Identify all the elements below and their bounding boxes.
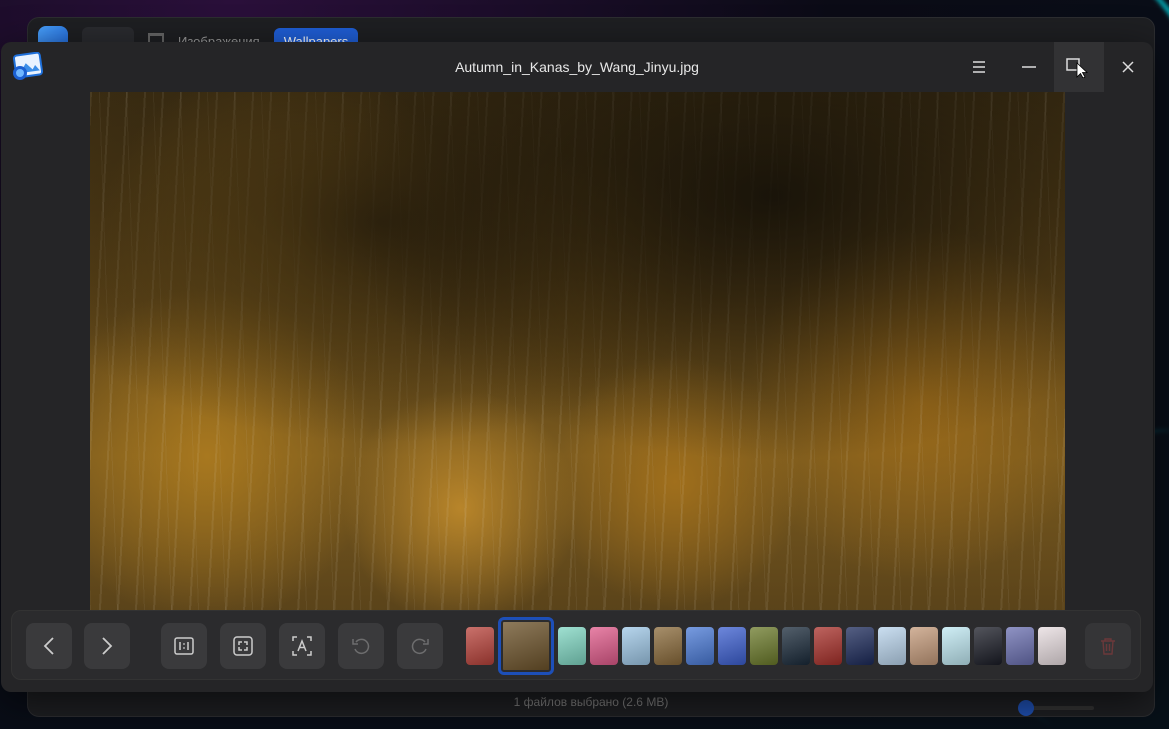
maximize-icon: [1066, 58, 1089, 78]
thumbnail[interactable]: [622, 627, 650, 665]
thumbnail[interactable]: [750, 627, 778, 665]
displayed-image[interactable]: [90, 92, 1065, 612]
thumbnail[interactable]: [814, 627, 842, 665]
close-icon: [1122, 61, 1134, 73]
thumbnail[interactable]: [654, 627, 682, 665]
thumbnail-strip: [466, 617, 1066, 675]
delete-button[interactable]: [1085, 623, 1131, 669]
menu-button[interactable]: [954, 42, 1004, 92]
thumbnail[interactable]: [1006, 627, 1034, 665]
trash-icon: [1101, 638, 1115, 655]
icon-size-slider[interactable]: [1018, 700, 1094, 716]
thumbnail[interactable]: [846, 627, 874, 665]
thumbnail[interactable]: [782, 627, 810, 665]
fit-window-button[interactable]: [220, 623, 266, 669]
close-button[interactable]: [1103, 42, 1153, 92]
thumbnail[interactable]: [1038, 627, 1066, 665]
previous-image-button[interactable]: [26, 623, 72, 669]
chevron-left-icon: [43, 637, 54, 655]
text-recognition-button[interactable]: [279, 623, 325, 669]
thumbnail[interactable]: [590, 627, 618, 665]
rotate-right-button[interactable]: [397, 623, 443, 669]
thumbnail[interactable]: [910, 627, 938, 665]
text-recognition-icon: [292, 636, 312, 656]
maximize-button[interactable]: [1054, 42, 1104, 92]
chevron-right-icon: [102, 637, 113, 655]
status-bar: 1 файлов выбрано (2.6 MB): [513, 695, 669, 709]
rotate-ccw-icon: [352, 638, 370, 655]
thumbnail[interactable]: [466, 627, 494, 665]
actual-size-button[interactable]: [161, 623, 207, 669]
thumbnail-current[interactable]: [498, 617, 554, 675]
thumbnail[interactable]: [878, 627, 906, 665]
title-bar: Autumn_in_Kanas_by_Wang_Jinyu.jpg: [1, 42, 1153, 92]
thumbnail[interactable]: [974, 627, 1002, 665]
menu-icon: [973, 61, 985, 73]
minimize-icon: [1022, 66, 1036, 68]
viewer-toolbar: [11, 610, 1141, 680]
thumbnail[interactable]: [558, 627, 586, 665]
fit-screen-icon: [233, 636, 253, 656]
minimize-button[interactable]: [1004, 42, 1054, 92]
one-to-one-icon: [174, 637, 194, 655]
thumbnail[interactable]: [718, 627, 746, 665]
thumbnail[interactable]: [686, 627, 714, 665]
thumbnail[interactable]: [942, 627, 970, 665]
rotate-cw-icon: [411, 638, 429, 655]
rotate-left-button[interactable]: [338, 623, 384, 669]
image-viewer-window: Autumn_in_Kanas_by_Wang_Jinyu.jpg: [1, 42, 1153, 692]
next-image-button[interactable]: [84, 623, 130, 669]
